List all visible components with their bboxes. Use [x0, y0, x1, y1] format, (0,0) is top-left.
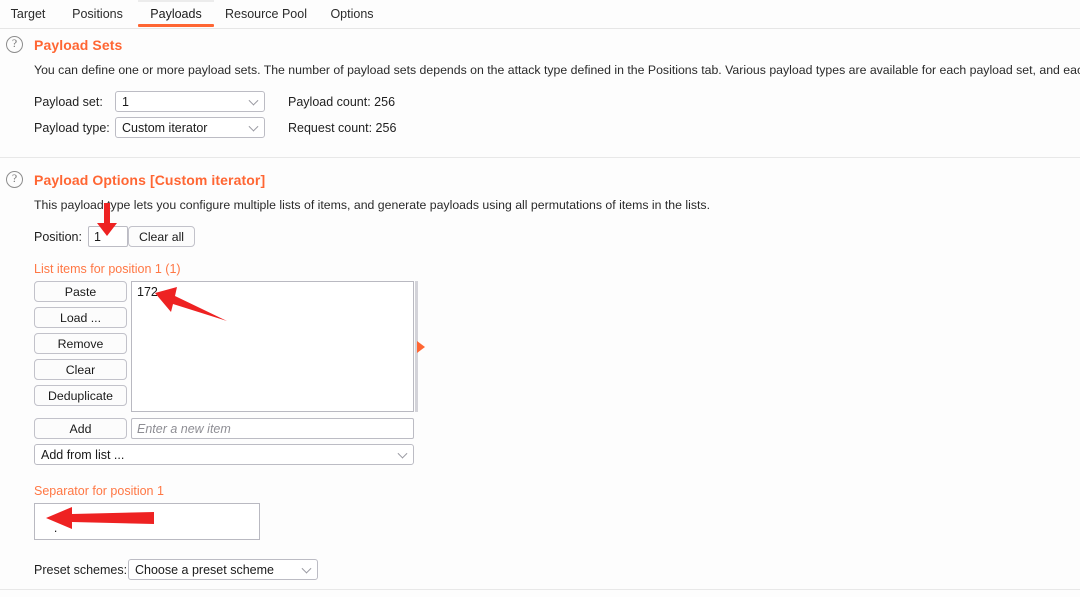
- add-from-list-select[interactable]: Add from list ...: [34, 444, 414, 465]
- new-item-placeholder: Enter a new item: [137, 421, 231, 436]
- bottom-divider: [0, 589, 1080, 590]
- payload-type-label: Payload type:: [34, 121, 110, 135]
- tab-positions-label: Positions: [72, 7, 123, 21]
- list-items-heading: List items for position 1 (1): [34, 262, 181, 276]
- payload-type-value: Custom iterator: [122, 120, 208, 135]
- clear-button[interactable]: Clear: [34, 359, 127, 380]
- help-icon-payload-options[interactable]: ?: [6, 171, 23, 188]
- remove-button[interactable]: Remove: [34, 333, 127, 354]
- separator-input[interactable]: .: [34, 503, 260, 540]
- tab-bar: Target Positions Payloads Resource Pool …: [0, 0, 1080, 29]
- preset-schemes-label: Preset schemes:: [34, 563, 128, 577]
- deduplicate-button[interactable]: Deduplicate: [34, 385, 127, 406]
- position-input[interactable]: 1: [88, 226, 128, 247]
- intruder-payloads-panel: Target Positions Payloads Resource Pool …: [0, 0, 1080, 597]
- tab-resource-pool[interactable]: Resource Pool: [218, 0, 314, 28]
- tab-options-label: Options: [330, 7, 374, 21]
- add-label: Add: [69, 421, 92, 436]
- position-label: Position:: [34, 230, 82, 244]
- payload-sets-title: Payload Sets: [34, 37, 123, 53]
- question-mark-glyph: ?: [11, 172, 18, 185]
- clear-all-label: Clear all: [138, 229, 185, 244]
- add-button[interactable]: Add: [34, 418, 127, 439]
- question-mark-glyph: ?: [11, 37, 18, 50]
- paste-button[interactable]: Paste: [34, 281, 127, 302]
- clear-label: Clear: [65, 362, 96, 377]
- load-button[interactable]: Load ...: [34, 307, 127, 328]
- payload-set-value: 1: [122, 94, 129, 109]
- tab-options[interactable]: Options: [320, 0, 384, 28]
- request-count-label: Request count: 256: [288, 121, 397, 135]
- separator-value: .: [53, 521, 58, 535]
- deduplicate-label: Deduplicate: [48, 388, 113, 403]
- chevron-down-icon: [248, 121, 259, 132]
- new-item-input[interactable]: Enter a new item: [131, 418, 414, 439]
- payload-count-label: Payload count: 256: [288, 95, 396, 109]
- payload-type-select[interactable]: Custom iterator: [115, 117, 265, 138]
- payload-set-select[interactable]: 1: [115, 91, 265, 112]
- separator-heading: Separator for position 1: [34, 484, 164, 498]
- payload-options-title: Payload Options [Custom iterator]: [34, 172, 266, 188]
- load-label: Load ...: [59, 310, 102, 325]
- chevron-down-icon: [301, 563, 312, 574]
- tab-target[interactable]: Target: [4, 0, 52, 28]
- payload-set-label: Payload set:: [34, 95, 103, 109]
- triangle-right-icon: [417, 340, 425, 353]
- payload-sets-description: You can define one or more payload sets.…: [34, 63, 1080, 77]
- preset-schemes-value: Choose a preset scheme: [135, 562, 274, 577]
- payload-options-description: This payload type lets you configure mul…: [34, 198, 710, 212]
- chevron-down-icon: [248, 95, 259, 106]
- paste-label: Paste: [64, 284, 97, 299]
- chevron-down-icon: [397, 448, 408, 459]
- section-divider: [0, 157, 1080, 158]
- tab-payloads[interactable]: Payloads: [138, 0, 214, 28]
- list-splitter-handle[interactable]: [415, 281, 425, 412]
- list-item[interactable]: 172: [132, 282, 413, 299]
- tab-positions[interactable]: Positions: [60, 0, 135, 28]
- preset-schemes-select[interactable]: Choose a preset scheme: [128, 559, 318, 580]
- tab-target-label: Target: [10, 7, 46, 21]
- remove-label: Remove: [57, 336, 104, 351]
- clear-all-button[interactable]: Clear all: [128, 226, 195, 247]
- payload-items-list[interactable]: 172: [131, 281, 414, 412]
- position-value: 1: [94, 229, 101, 244]
- tab-resource-pool-label: Resource Pool: [225, 7, 307, 21]
- add-from-list-value: Add from list ...: [41, 447, 125, 462]
- tab-payloads-label: Payloads: [150, 7, 202, 21]
- help-icon-payload-sets[interactable]: ?: [6, 36, 23, 53]
